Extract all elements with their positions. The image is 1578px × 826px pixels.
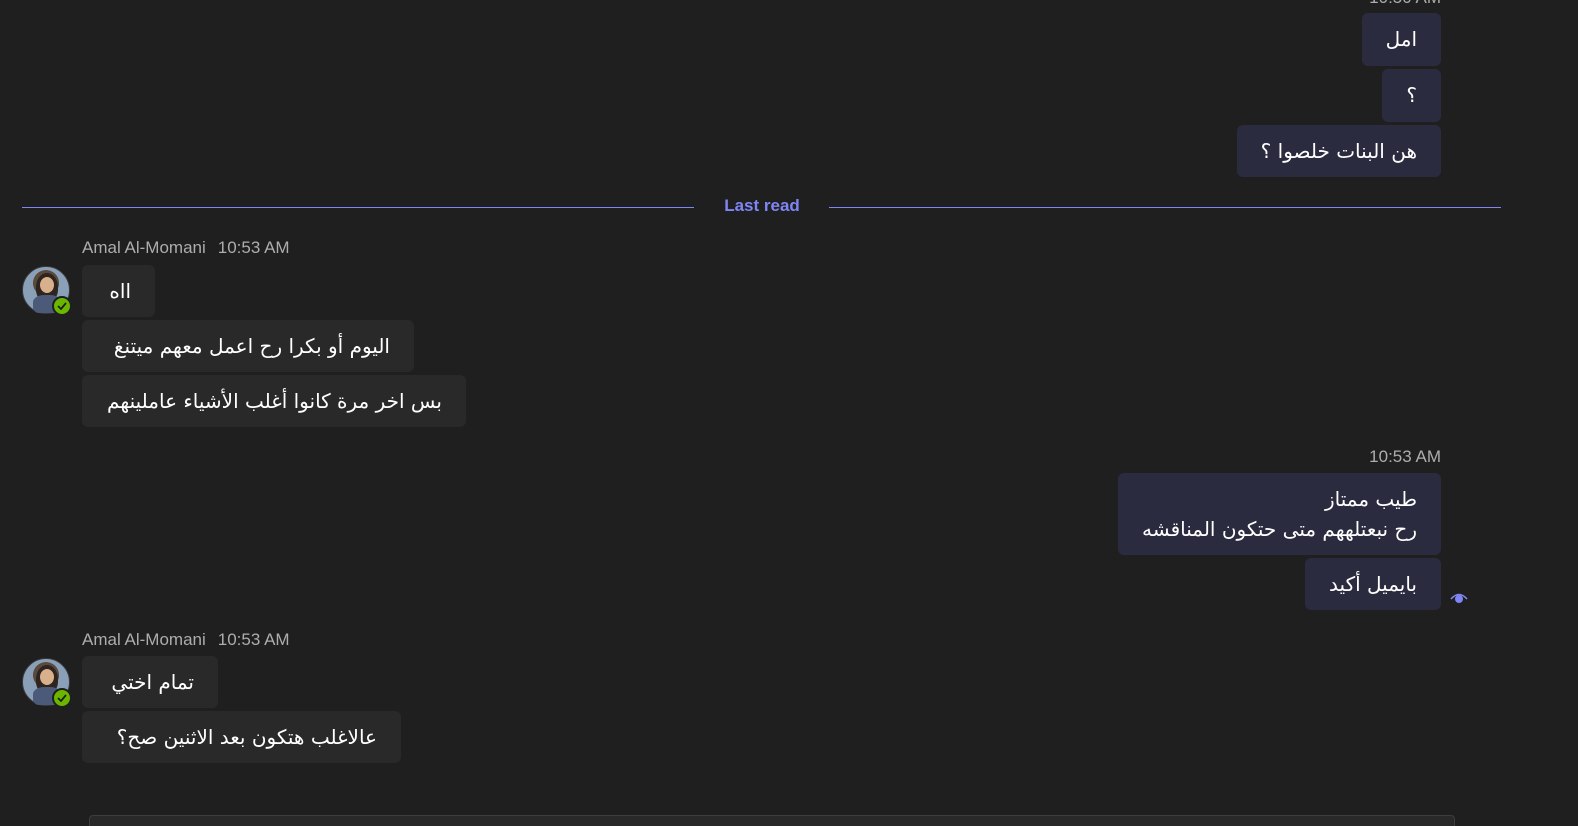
presence-available-icon <box>52 688 72 708</box>
message-text: ؟ <box>1406 83 1417 107</box>
message-text: بس اخر مرة كانوا أغلب الأشياء عاملينهم <box>107 389 442 413</box>
message-text: هن البنات خلصوا ؟ <box>1260 139 1417 163</box>
message-text-line: رح نبعتلههم متى حتكون المناقشه <box>1142 517 1417 541</box>
message-text: عالاغلب هتكون بعد الاثنين صح؟ <box>116 725 377 749</box>
last-read-divider-right <box>829 207 1501 208</box>
message-timestamp: 10:50 AM <box>1369 0 1441 8</box>
sender-name[interactable]: Amal Al-Momani <box>82 238 206 257</box>
message-timestamp: 10:53 AM <box>1369 447 1441 466</box>
message-timestamp: 10:53 AM <box>217 630 290 649</box>
message-header: Amal Al-Momani 10:53 AM <box>82 238 290 258</box>
outgoing-message[interactable]: ؟ <box>1382 69 1441 122</box>
last-read-label: Last read <box>724 196 800 215</box>
outgoing-message[interactable]: هن البنات خلصوا ؟ <box>1236 125 1441 177</box>
message-text: ااه <box>109 279 131 303</box>
avatar-face <box>40 669 54 685</box>
avatar-face <box>40 277 54 293</box>
presence-available-icon <box>52 296 72 316</box>
sender-name[interactable]: Amal Al-Momani <box>82 630 206 649</box>
outgoing-message[interactable]: بايميل أكيد <box>1305 558 1441 610</box>
compose-box[interactable] <box>89 815 1455 826</box>
incoming-message[interactable]: عالاغلب هتكون بعد الاثنين صح؟ <box>82 711 401 763</box>
avatar[interactable] <box>22 266 72 316</box>
message-text: امل <box>1385 27 1417 51</box>
message-text-line: طيب ممتاز <box>1324 487 1417 511</box>
last-read-divider-left <box>22 207 694 208</box>
chat-pane: 10:50 AM امل ؟ هن البنات خلصوا ؟ Last re… <box>0 0 1578 826</box>
incoming-message[interactable]: تمام اختي <box>82 656 218 708</box>
message-text: بايميل أكيد <box>1329 572 1417 596</box>
message-text: اليوم أو بكرا رح اعمل معهم ميتنغ <box>113 334 390 358</box>
outgoing-message[interactable]: طيب ممتاز رح نبعتلههم متى حتكون المناقشه <box>1118 473 1441 555</box>
message-timestamp: 10:53 AM <box>217 238 290 257</box>
incoming-message[interactable]: ااه <box>82 265 155 317</box>
incoming-message[interactable]: بس اخر مرة كانوا أغلب الأشياء عاملينهم <box>82 375 466 427</box>
outgoing-message[interactable]: امل <box>1361 13 1441 66</box>
eye-icon <box>1450 593 1468 603</box>
message-header: Amal Al-Momani 10:53 AM <box>82 630 290 650</box>
avatar[interactable] <box>22 658 72 708</box>
message-text: تمام اختي <box>111 670 194 694</box>
incoming-message[interactable]: اليوم أو بكرا رح اعمل معهم ميتنغ <box>82 320 414 372</box>
